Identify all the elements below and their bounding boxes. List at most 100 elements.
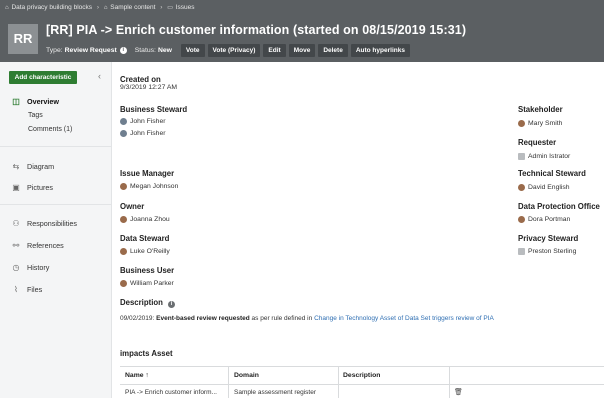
picture-icon: ▣ <box>12 183 20 192</box>
sidebar-item-label: Files <box>27 285 43 294</box>
sidebar-divider <box>0 204 111 205</box>
page-title: [RR] PIA -> Enrich customer information … <box>46 23 467 37</box>
business-steward-user[interactable]: John Fisher <box>120 130 166 137</box>
description-text: 09/02/2019: Event-based review requested… <box>120 315 494 322</box>
technical-steward-label: Technical Steward <box>518 169 586 178</box>
stakeholder-label: Stakeholder <box>518 105 563 114</box>
sidebar-item-label: Responsibilities <box>27 219 77 228</box>
description-label-text: Description <box>120 298 163 307</box>
user-name: Admin Istrator <box>528 153 571 160</box>
business-user-user[interactable]: William Parker <box>120 280 174 287</box>
privacy-steward-user[interactable]: Preston Sterling <box>518 248 576 255</box>
sidebar-item-label: Overview <box>27 97 59 106</box>
business-user-label: Business User <box>120 266 175 275</box>
description-bold: Event-based review requested <box>156 315 250 322</box>
collapse-sidebar-icon[interactable]: ‹ <box>98 71 101 81</box>
asset-meta: Type: Review Request i Status: New Vote … <box>46 43 410 57</box>
add-characteristic-button[interactable]: Add characteristic <box>9 71 77 84</box>
edit-button[interactable]: Edit <box>263 43 286 57</box>
column-separator <box>228 366 229 398</box>
paperclip-icon: ⌇ <box>14 285 18 294</box>
avatar <box>120 248 127 255</box>
sidebar-item-files[interactable]: ⌇ Files <box>11 285 42 294</box>
column-header-name[interactable]: Name ↑ <box>125 372 149 379</box>
trash-icon[interactable]: 🗑 <box>454 388 463 396</box>
created-on-value: 9/3/2019 12:27 AM <box>120 84 178 91</box>
status-value: New <box>157 46 172 54</box>
business-steward-user[interactable]: John Fisher <box>120 118 166 125</box>
user-name: David English <box>528 184 570 191</box>
table-header-border <box>120 384 604 385</box>
column-header-domain[interactable]: Domain <box>234 372 259 379</box>
sidebar-item-responsibilities[interactable]: ⚇ Responsibilities <box>11 219 77 228</box>
folder-icon: ▭ <box>167 5 173 11</box>
user-name: Dora Portman <box>528 216 571 223</box>
sidebar-item-references[interactable]: ⚯ References <box>11 241 64 250</box>
table-cell-name[interactable]: PIA -> Enrich customer inform... <box>125 389 217 396</box>
history-icon: ◷ <box>12 263 20 272</box>
breadcrumb-item[interactable]: Issues <box>176 4 195 11</box>
sidebar: Add characteristic ‹ ◫ Overview Tags Com… <box>0 62 112 398</box>
description-date: 09/02/2019: <box>120 315 155 322</box>
community-icon: ⌂ <box>5 5 9 11</box>
vote-privacy-button[interactable]: Vote (Privacy) <box>207 43 261 57</box>
user-name: John Fisher <box>130 118 166 125</box>
column-header-description[interactable]: Description <box>343 372 380 379</box>
sidebar-item-label: Diagram <box>27 162 55 171</box>
sidebar-divider <box>0 146 111 147</box>
sidebar-item-label: Pictures <box>27 183 53 192</box>
avatar <box>120 280 127 287</box>
sidebar-item-label: References <box>27 241 64 250</box>
description-link[interactable]: Change in Technology Asset of Data Set t… <box>314 315 494 322</box>
dpo-user[interactable]: Dora Portman <box>518 216 570 223</box>
stakeholder-user[interactable]: Mary Smith <box>518 120 562 127</box>
issue-manager-label: Issue Manager <box>120 169 175 178</box>
owner-user[interactable]: Joanna Zhou <box>120 216 170 223</box>
info-icon[interactable]: i <box>119 46 127 54</box>
description-label: Description i <box>120 298 183 308</box>
sidebar-item-overview[interactable]: ◫ Overview <box>11 97 59 106</box>
owner-label: Owner <box>120 202 145 211</box>
page-header: ⌂ Data privacy building blocks › ⌂ Sampl… <box>0 0 604 62</box>
chevron-right-icon: › <box>96 4 99 11</box>
user-icon <box>518 248 525 255</box>
sidebar-item-comments[interactable]: Comments (1) <box>28 126 72 133</box>
people-icon: ⚇ <box>12 219 20 228</box>
sidebar-item-history[interactable]: ◷ History <box>11 263 50 272</box>
created-on-label: Created on <box>120 75 161 84</box>
technical-steward-user[interactable]: David English <box>518 184 570 191</box>
requester-user[interactable]: Admin Istrator <box>518 153 570 160</box>
user-name: Preston Sterling <box>528 248 577 255</box>
type-label: Type: <box>46 46 63 54</box>
avatar <box>518 184 525 191</box>
move-button[interactable]: Move <box>288 43 316 57</box>
sidebar-item-tags[interactable]: Tags <box>28 112 43 119</box>
issue-manager-user[interactable]: Megan Johnson <box>120 183 178 190</box>
avatar <box>518 120 525 127</box>
info-icon[interactable]: i <box>168 301 176 308</box>
breadcrumb-item[interactable]: Data privacy building blocks <box>11 4 92 11</box>
user-name: Megan Johnson <box>130 183 179 190</box>
description-body: as per rule defined in <box>249 315 315 322</box>
vote-button[interactable]: Vote <box>180 43 205 57</box>
dpo-label: Data Protection Office <box>518 202 600 211</box>
data-steward-label: Data Steward <box>120 234 170 243</box>
avatar <box>120 183 127 190</box>
sidebar-item-diagram[interactable]: ⇆ Diagram <box>11 162 55 171</box>
user-icon <box>518 153 525 160</box>
references-icon: ⚯ <box>12 241 20 250</box>
breadcrumb-item[interactable]: Sample content <box>110 4 155 11</box>
breadcrumb: ⌂ Data privacy building blocks › ⌂ Sampl… <box>5 4 195 11</box>
avatar <box>120 118 127 125</box>
privacy-steward-label: Privacy Steward <box>518 234 579 243</box>
table-top-border <box>120 366 604 367</box>
table-cell-domain[interactable]: Sample assessment register <box>234 389 316 396</box>
auto-hyperlinks-button[interactable]: Auto hyperlinks <box>350 43 410 57</box>
delete-button[interactable]: Delete <box>318 43 348 57</box>
type-value: Review Request <box>64 46 117 54</box>
avatar <box>120 216 127 223</box>
user-name: Luke O'Reilly <box>130 248 170 255</box>
sidebar-item-pictures[interactable]: ▣ Pictures <box>11 183 53 192</box>
data-steward-user[interactable]: Luke O'Reilly <box>120 248 170 255</box>
column-separator <box>338 366 339 398</box>
